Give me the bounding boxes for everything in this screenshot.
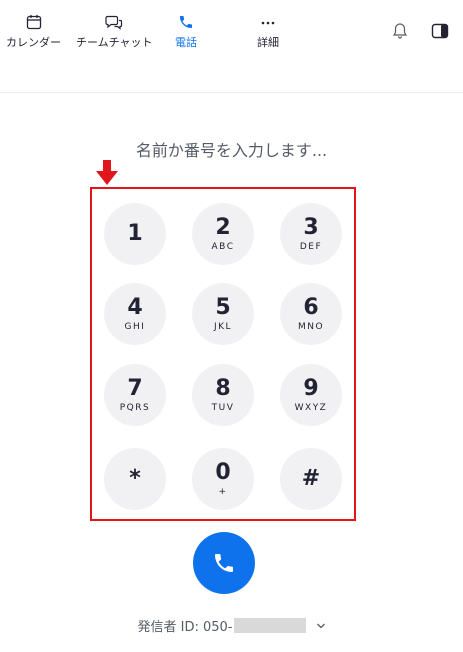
phone-icon — [215, 554, 233, 572]
call-button[interactable] — [193, 532, 255, 594]
tab-team-chat[interactable]: チームチャット — [76, 14, 153, 50]
key-5-letters: JKL — [213, 321, 233, 332]
panel-toggle-icon[interactable] — [431, 22, 449, 40]
key-8-digit: 8 — [215, 375, 231, 401]
key-8[interactable]: 8 TUV — [192, 364, 254, 426]
key-hash[interactable]: # — [280, 448, 342, 510]
key-1-digit: 1 — [127, 221, 143, 246]
key-9[interactable]: 9 WXYZ — [280, 364, 342, 426]
phone-icon — [180, 16, 192, 28]
red-down-arrow-icon — [96, 160, 118, 185]
tab-calendar-label: カレンダー — [6, 36, 61, 49]
chevron-down-icon[interactable] — [316, 622, 326, 630]
tab-phone-label: 電話 — [175, 36, 197, 49]
tab-phone[interactable]: 電話 — [175, 14, 197, 50]
caller-id-label: 発信者 ID: 050- — [137, 620, 233, 635]
key-6-digit: 6 — [303, 294, 319, 320]
key-2-digit: 2 — [215, 214, 231, 240]
key-4[interactable]: 4 GHI — [104, 283, 166, 345]
key-hash-digit: # — [301, 466, 321, 491]
tab-team-chat-label: チームチャット — [76, 36, 153, 49]
key-9-digit: 9 — [303, 375, 319, 401]
key-star-digit: * — [129, 466, 141, 491]
bell-icon[interactable] — [391, 22, 409, 40]
key-6-letters: MNO — [297, 321, 325, 332]
key-2[interactable]: 2 ABC — [192, 203, 254, 265]
key-5-digit: 5 — [215, 294, 231, 320]
key-7-digit: 7 — [127, 375, 143, 401]
key-6[interactable]: 6 MNO — [280, 283, 342, 345]
tab-more-label: 詳細 — [257, 36, 279, 49]
more-icon — [261, 21, 275, 25]
redacted-number — [233, 618, 306, 633]
tab-more[interactable]: 詳細 — [257, 14, 279, 50]
key-7[interactable]: 7 PQRS — [104, 364, 166, 426]
calendar-icon — [26, 15, 41, 30]
key-0-digit: 0 — [215, 459, 231, 485]
key-1[interactable]: 1 — [104, 203, 166, 265]
key-4-letters: GHI — [124, 321, 146, 332]
key-0-letters: + — [218, 486, 228, 497]
key-9-letters: WXYZ — [294, 402, 328, 413]
key-0[interactable]: 0 + — [192, 448, 254, 510]
key-8-letters: TUV — [211, 402, 235, 413]
key-2-letters: ABC — [211, 241, 235, 252]
key-5[interactable]: 5 JKL — [192, 283, 254, 345]
key-3-letters: DEF — [299, 241, 323, 252]
top-navigation-bar: カレンダー チームチャット 電話 詳細 — [0, 0, 463, 93]
key-3[interactable]: 3 DEF — [280, 203, 342, 265]
key-4-digit: 4 — [127, 294, 143, 320]
chat-icon — [105, 15, 123, 30]
key-3-digit: 3 — [303, 214, 319, 240]
key-star[interactable]: * — [104, 448, 166, 510]
tab-calendar[interactable]: カレンダー — [6, 14, 61, 50]
caller-id-selector[interactable]: 発信者 ID: 050- — [0, 616, 463, 635]
number-search-input[interactable]: 名前か番号を入力します... — [0, 137, 463, 161]
key-7-letters: PQRS — [119, 402, 151, 413]
